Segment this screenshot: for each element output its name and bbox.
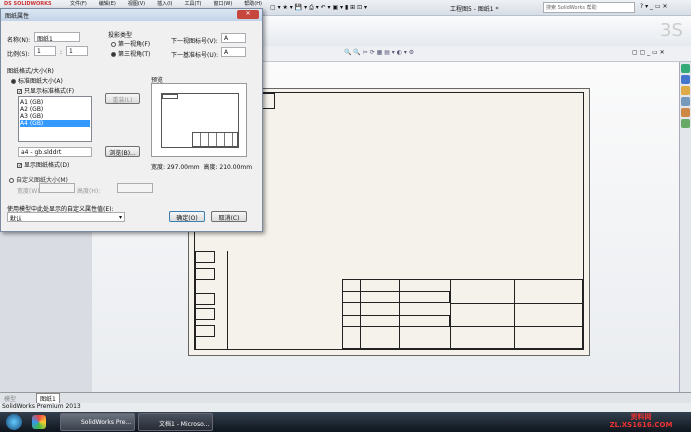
width-label: 宽度(W): — [17, 188, 42, 195]
heads-up-view-toolbar: 🔍 🔍 ✂ ⟳ ▦ ▤ ▾ ◐ ▾ ⚙ ▢ ▢ _ ▭ ✕ — [262, 46, 691, 62]
only-standard-checkbox[interactable]: ✓ 只显示标准格式(F) — [17, 86, 74, 95]
title-block-row — [450, 303, 583, 327]
app-icon[interactable] — [32, 415, 46, 429]
third-angle-radio[interactable]: 第三视角(T) — [111, 49, 150, 58]
list-item-selected[interactable]: A4 (GB) — [20, 120, 90, 127]
custom-prop-value: 默认 — [10, 216, 23, 222]
next-datum-label: 下一基准标号(U): — [171, 52, 219, 59]
view-palette-icon[interactable] — [681, 97, 690, 106]
dialog-title: 图纸属性 — [5, 13, 30, 20]
browse-button[interactable]: 浏览(B)... — [105, 146, 140, 157]
strip-cell — [195, 293, 215, 305]
tab-model[interactable]: 模型 — [4, 394, 16, 403]
show-format-label: 显示图纸格式(D) — [24, 162, 70, 169]
doc-window-controls[interactable]: ▢ ▢ _ ▭ ✕ — [632, 49, 665, 56]
standard-size-label: 标准图纸大小(A) — [18, 78, 63, 85]
cancel-button[interactable]: 取消(C) — [211, 211, 247, 222]
preview-title-block — [192, 132, 238, 147]
window-controls[interactable]: ? ▾ _ ▭ ✕ — [640, 3, 668, 10]
design-library-icon[interactable] — [681, 75, 690, 84]
ds-logo: 3S — [660, 20, 683, 41]
first-angle-radio[interactable]: 第一视角(F) — [111, 39, 150, 48]
appearances-icon[interactable] — [681, 108, 690, 117]
next-datum-input[interactable]: A — [221, 47, 246, 57]
menu-edit[interactable]: 编辑(E) — [99, 0, 116, 8]
list-item[interactable]: A2 (GB) — [20, 106, 90, 113]
height-readout-value: 210.00mm — [219, 164, 253, 171]
scale-label: 比例(S): — [7, 51, 30, 58]
file-explorer-icon[interactable] — [681, 86, 690, 95]
paper-size-list[interactable]: A1 (GB) A2 (GB) A3 (GB) A4 (GB) — [18, 96, 92, 142]
width-readout: 宽度: 297.00mm 高度: 210.00mm — [151, 162, 252, 171]
quick-access-toolbar[interactable]: ▢ ▾ ★ ▾ 💾 ▾ ⎙ ▾ ↶ ▾ ▣ ▾ ▮ ⊞ ⊡ ▾ — [270, 4, 367, 12]
next-view-input[interactable]: A — [221, 33, 246, 43]
scale-separator: : — [60, 49, 63, 56]
watermark-logo: 资料网 ZL.XS1616.COM — [609, 413, 673, 429]
main-menu: 文件(F) 编辑(E) 视图(V) 插入(I) 工具(T) 窗口(W) 帮助(H… — [70, 0, 262, 8]
strip-cell — [195, 325, 215, 337]
projection-label: 投影类型 — [108, 32, 133, 39]
menu-view[interactable]: 视图(V) — [128, 0, 145, 8]
width-readout-label: 宽度: — [151, 164, 166, 171]
view-tools[interactable]: 🔍 🔍 ✂ ⟳ ▦ ▤ ▾ ◐ ▾ ⚙ — [344, 49, 414, 56]
next-view-label: 下一视图标号(V): — [171, 38, 218, 45]
taskbar-item-solidworks[interactable]: SolidWorks Pre... — [60, 413, 135, 431]
width-input[interactable] — [39, 183, 75, 193]
preview-border — [161, 93, 239, 148]
name-label: 名称(N): — [7, 37, 31, 44]
title-block-col — [360, 279, 400, 349]
height-input[interactable] — [117, 183, 153, 193]
format-file-input[interactable]: a4 - gb.slddrt — [18, 147, 92, 157]
standard-size-radio[interactable]: 标准图纸大小(A) — [11, 76, 63, 85]
strip-cell — [195, 251, 215, 263]
preview-corner — [162, 94, 178, 99]
task-pane-tabs — [679, 62, 691, 392]
solidworks-logo: DS SOLIDWORKS — [4, 1, 52, 7]
document-title: 工程图5 - 图纸1 * — [450, 6, 499, 13]
sheet-tabs: 模型 图纸1 — [0, 392, 691, 404]
strip-cell — [195, 308, 215, 320]
custom-prop-select[interactable]: 默认 ▾ — [7, 212, 125, 222]
menu-file[interactable]: 文件(F) — [70, 0, 87, 8]
third-angle-label: 第三视角(T) — [118, 51, 151, 58]
scale-denominator-input[interactable]: 1 — [66, 46, 88, 56]
dialog-titlebar: 图纸属性 ✕ — [1, 9, 262, 21]
menu-tools[interactable]: 工具(T) — [185, 0, 202, 8]
sheet-properties-dialog: 图纸属性 ✕ 名称(N): 图纸1 比例(S): 1 : 1 投影类型 第一视角… — [0, 8, 263, 232]
status-bar: SolidWorks Premium 2013 — [0, 403, 691, 412]
chevron-down-icon: ▾ — [118, 214, 122, 221]
height-readout-label: 高度: — [203, 164, 218, 171]
first-angle-label: 第一视角(F) — [118, 41, 151, 48]
reload-button[interactable]: 重装(L) — [105, 93, 140, 104]
format-preview — [151, 83, 247, 157]
resources-icon[interactable] — [681, 64, 690, 73]
only-standard-label: 只显示标准格式(F) — [24, 88, 75, 95]
width-readout-value: 297.00mm — [166, 164, 200, 171]
start-button[interactable] — [6, 414, 22, 430]
list-item[interactable]: A3 (GB) — [20, 113, 90, 120]
show-format-checkbox[interactable]: ✓ 显示图纸格式(D) — [17, 160, 69, 169]
help-search-input[interactable]: 搜索 SolidWorks 帮助 — [543, 2, 635, 13]
format-group-label: 图纸格式/大小(R) — [7, 68, 54, 75]
menu-help[interactable]: 帮助(H) — [244, 0, 262, 8]
list-item[interactable]: A1 (GB) — [20, 99, 90, 106]
name-input[interactable]: 图纸1 — [34, 32, 80, 42]
close-button[interactable]: ✕ — [237, 10, 259, 19]
taskbar-item-word[interactable]: 文档1 - Microso... — [138, 413, 213, 431]
menu-insert[interactable]: 插入(I) — [157, 0, 172, 8]
strip-cell — [195, 268, 215, 280]
menu-window[interactable]: 窗口(W) — [213, 0, 232, 8]
custom-properties-icon[interactable] — [681, 119, 690, 128]
scale-numerator-input[interactable]: 1 — [34, 46, 56, 56]
taskbar: SolidWorks Pre... 文档1 - Microso... 资料网 Z… — [0, 412, 691, 432]
height-label: 高度(H): — [77, 188, 101, 195]
ok-button[interactable]: 确定(O) — [169, 211, 205, 222]
